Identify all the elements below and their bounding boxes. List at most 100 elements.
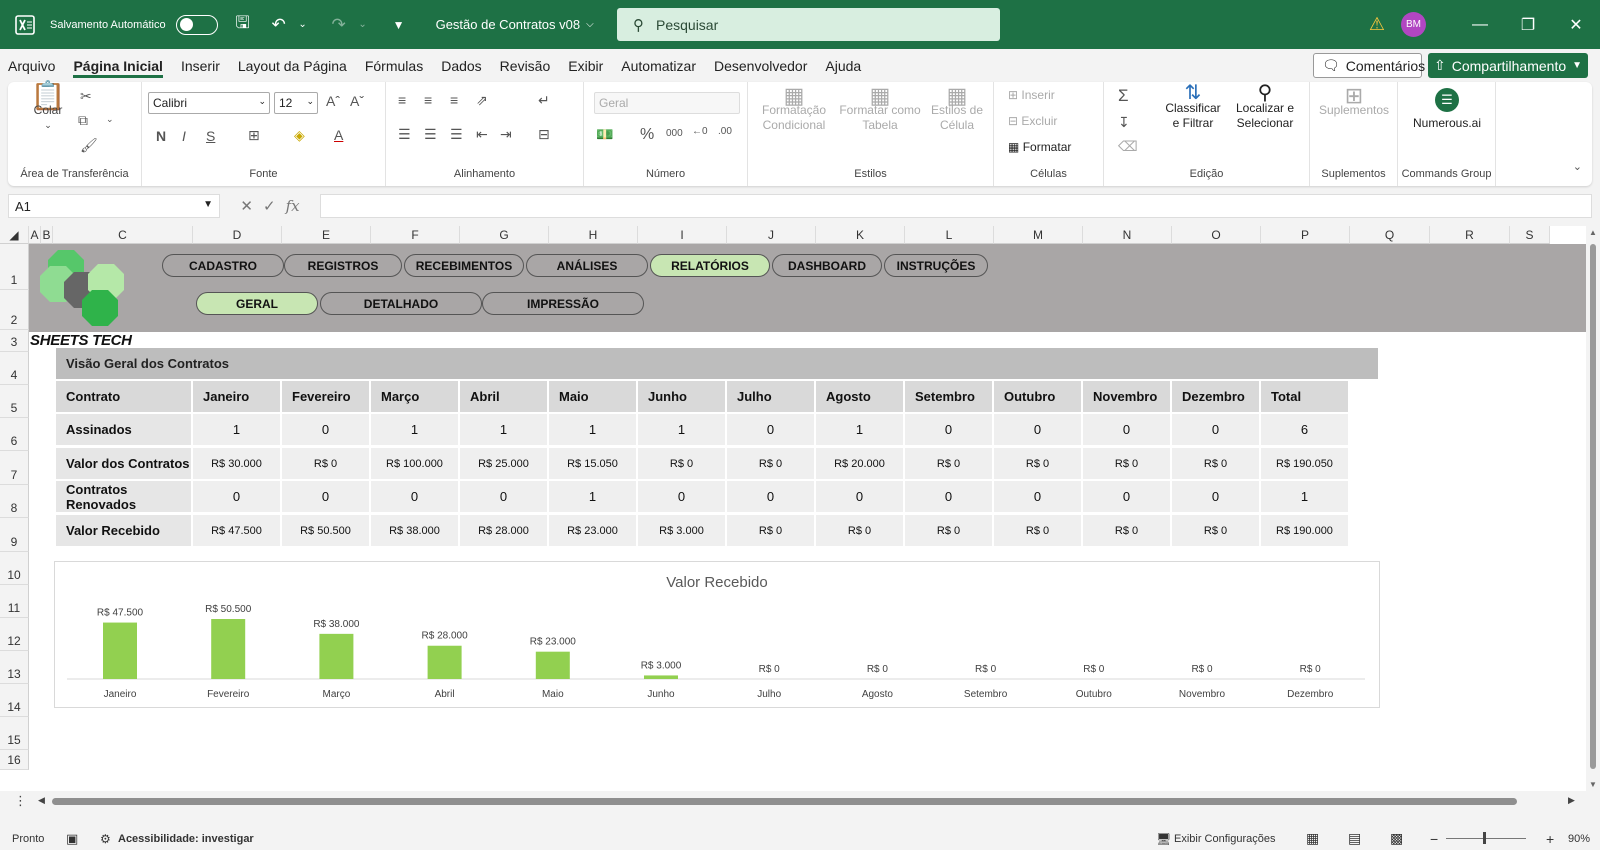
zoom-out-icon[interactable]: −: [1430, 831, 1438, 847]
nav-instrucoes[interactable]: INSTRUÇÕES: [884, 254, 988, 277]
decrease-decimal-icon[interactable]: .00: [718, 126, 732, 137]
increase-indent-icon[interactable]: ⇥: [500, 126, 512, 143]
menu-dados[interactable]: Dados: [441, 54, 481, 78]
valor-recebido-chart[interactable]: Valor Recebido R$ 47.500 Janeiro R$ 50.500 F…: [54, 561, 1380, 708]
column-header-l[interactable]: L: [905, 226, 994, 244]
autosave-toggle[interactable]: [175, 14, 218, 35]
column-header-j[interactable]: J: [727, 226, 816, 244]
column-header-g[interactable]: G: [460, 226, 549, 244]
column-header-p[interactable]: P: [1261, 226, 1350, 244]
font-color-icon[interactable]: A: [334, 127, 343, 143]
page-break-view-icon[interactable]: ▩: [1390, 830, 1403, 847]
zoom-in-icon[interactable]: +: [1546, 831, 1554, 847]
find-select-button[interactable]: ⚲ Localizar e Selecionar: [1228, 83, 1302, 131]
row-header-11[interactable]: 11: [0, 585, 29, 618]
bold-icon[interactable]: N: [156, 128, 166, 144]
font-name-select[interactable]: Calibri ⌄: [148, 92, 270, 114]
scroll-right-icon[interactable]: ▶: [1568, 795, 1575, 806]
insert-cells-button[interactable]: ⊞ Inserir: [1008, 88, 1055, 102]
align-center-icon[interactable]: ☰: [424, 126, 437, 143]
file-name[interactable]: Gestão de Contratos v08 ⌵: [436, 17, 594, 32]
row-header-10[interactable]: 10: [0, 552, 29, 585]
menu-inserir[interactable]: Inserir: [181, 54, 220, 78]
align-top-icon[interactable]: ≡: [398, 92, 406, 108]
undo-dropdown-icon[interactable]: ⌄: [292, 19, 314, 30]
column-header-a[interactable]: A: [29, 226, 41, 244]
scroll-left-icon[interactable]: ◀: [38, 795, 45, 806]
cancel-entry-icon[interactable]: ✕: [240, 197, 253, 215]
numerous-ai-button[interactable]: ☰ Numerous.ai: [1402, 88, 1492, 131]
row-header-1[interactable]: 1: [0, 244, 29, 290]
share-button[interactable]: ⇧ Compartilhamento ▼: [1428, 53, 1588, 78]
column-header-e[interactable]: E: [282, 226, 371, 244]
row-header-12[interactable]: 12: [0, 618, 29, 651]
copy-icon[interactable]: ⧉: [78, 112, 88, 129]
menu-ajuda[interactable]: Ajuda: [825, 54, 861, 78]
row-header-15[interactable]: 15: [0, 717, 29, 750]
name-box[interactable]: A1 ▼: [8, 194, 220, 218]
row-header-6[interactable]: 6: [0, 418, 29, 451]
display-settings-icon[interactable]: 🖥: [1156, 832, 1171, 846]
column-header-d[interactable]: D: [193, 226, 282, 244]
column-header-f[interactable]: F: [371, 226, 460, 244]
column-header-r[interactable]: R: [1430, 226, 1510, 244]
row-header-3[interactable]: 3: [0, 330, 29, 352]
column-header-n[interactable]: N: [1083, 226, 1172, 244]
zoom-slider[interactable]: [1446, 838, 1526, 839]
accessibility-icon[interactable]: ⚙: [100, 832, 111, 846]
increase-decimal-icon[interactable]: ←0: [692, 126, 708, 137]
nav-analises[interactable]: ANÁLISES: [526, 254, 648, 277]
percent-icon[interactable]: %: [640, 126, 654, 144]
nav-registros[interactable]: REGISTROS: [284, 254, 402, 277]
horizontal-scrollbar[interactable]: ⋮ ◀ ▶: [0, 791, 1600, 811]
column-header-c[interactable]: C: [53, 226, 193, 244]
row-header-5[interactable]: 5: [0, 385, 29, 418]
minimize-icon[interactable]: —: [1456, 16, 1504, 34]
wrap-text-icon[interactable]: ↵: [538, 92, 550, 109]
menu-revis-o[interactable]: Revisão: [500, 54, 551, 78]
horizontal-scroll-thumb[interactable]: [52, 798, 1517, 805]
vertical-scroll-thumb[interactable]: [1590, 244, 1596, 769]
menu-desenvolvedor[interactable]: Desenvolvedor: [714, 54, 807, 78]
row-header-16[interactable]: 16: [0, 750, 29, 770]
column-header-k[interactable]: K: [816, 226, 905, 244]
insert-function-icon[interactable]: fx: [286, 197, 300, 215]
column-header-b[interactable]: B: [41, 226, 53, 244]
subnav-impressao[interactable]: IMPRESSÃO: [482, 292, 644, 315]
menu-automatizar[interactable]: Automatizar: [621, 54, 696, 78]
row-header-14[interactable]: 14: [0, 684, 29, 717]
column-header-s[interactable]: S: [1510, 226, 1550, 244]
nav-cadastro[interactable]: CADASTRO: [162, 254, 284, 277]
cut-icon[interactable]: ✂: [80, 88, 92, 105]
align-bottom-icon[interactable]: ≡: [450, 92, 458, 108]
nav-relatorios[interactable]: RELATÓRIOS: [650, 254, 770, 277]
menu-exibir[interactable]: Exibir: [568, 54, 603, 78]
menu-layout-da-p-gina[interactable]: Layout da Página: [238, 54, 347, 78]
autosum-icon[interactable]: Σ: [1118, 86, 1129, 106]
borders-icon[interactable]: ⊞: [248, 127, 260, 144]
nav-dashboard[interactable]: DASHBOARD: [772, 254, 882, 277]
nav-recebimentos[interactable]: RECEBIMENTOS: [404, 254, 524, 277]
redo-dropdown-icon[interactable]: ⌄: [352, 19, 374, 30]
underline-icon[interactable]: S: [206, 128, 215, 144]
align-left-icon[interactable]: ☰: [398, 126, 411, 143]
close-icon[interactable]: ✕: [1552, 15, 1600, 35]
number-format-select[interactable]: Geral: [594, 92, 740, 114]
align-middle-icon[interactable]: ≡: [424, 92, 432, 108]
collapse-ribbon-icon[interactable]: ⌄: [1573, 160, 1582, 173]
comma-style-icon[interactable]: 000: [666, 128, 683, 139]
orientation-icon[interactable]: ⇗: [476, 92, 488, 109]
formula-input[interactable]: [320, 194, 1592, 218]
font-size-select[interactable]: 12 ⌄: [274, 92, 318, 114]
merge-center-icon[interactable]: ⊟: [538, 126, 550, 143]
warning-icon[interactable]: ⚠: [1369, 14, 1385, 35]
row-header-2[interactable]: 2: [0, 290, 29, 330]
avatar[interactable]: BM: [1401, 12, 1426, 37]
row-header-4[interactable]: 4: [0, 352, 29, 385]
format-painter-icon[interactable]: 🖌: [80, 137, 98, 154]
row-header-7[interactable]: 7: [0, 451, 29, 485]
scroll-up-icon[interactable]: ▲: [1589, 228, 1597, 237]
clear-icon[interactable]: ⌫: [1118, 138, 1138, 155]
menu-arquivo[interactable]: Arquivo: [8, 54, 55, 78]
zoom-slider-thumb[interactable]: [1483, 832, 1486, 844]
